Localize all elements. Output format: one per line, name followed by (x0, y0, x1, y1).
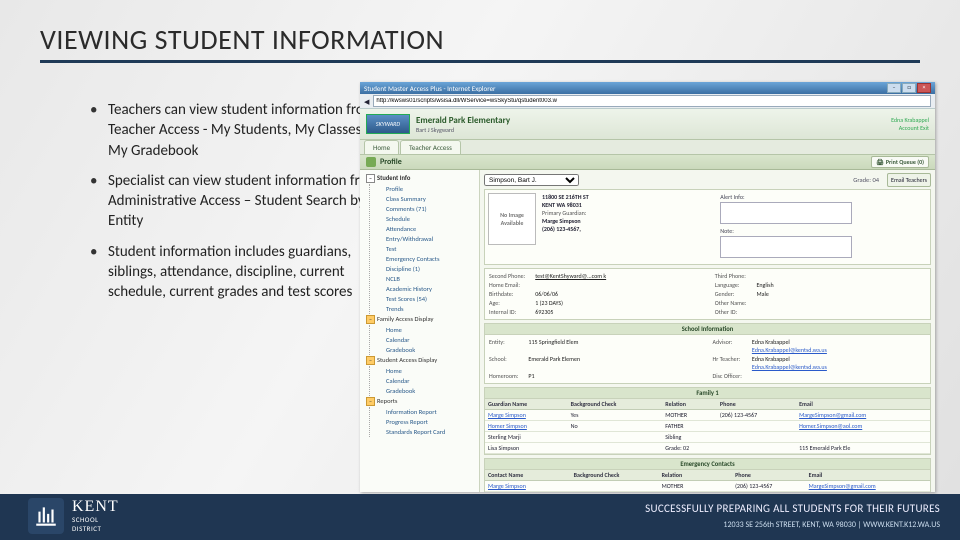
tree-item[interactable]: Entry/Withdrawal (382, 234, 477, 244)
tree-item[interactable]: Attendance (382, 224, 477, 234)
tree-item[interactable]: Gradebook (382, 345, 477, 355)
tree-item[interactable]: Calendar (382, 335, 477, 345)
window-titlebar: Student Master Access Plus - Internet Ex… (360, 82, 935, 94)
address-bar: ◀ (360, 94, 935, 109)
bullet-list: Teachers can view student information fr… (50, 100, 390, 312)
kent-logo: KENT SCHOOLDISTRICT (28, 498, 119, 534)
hr-teacher-email-link[interactable]: Edna.Krabappel@kentsd.wa.us (752, 363, 827, 371)
tree-item[interactable]: NCLB (382, 274, 477, 284)
emergency-table: Contact NameBackground CheckRelationPhon… (485, 470, 930, 492)
alert-label: Alert Info: (720, 193, 927, 201)
header-user: Edna Krabappel (891, 116, 929, 124)
bullet-item: Specialist can view student information … (90, 171, 390, 232)
tree-item[interactable]: Standards Report Card (382, 427, 477, 437)
maximize-icon[interactable]: □ (902, 83, 916, 93)
emergency-header: Emergency Contacts (485, 459, 930, 470)
nav-tree: –Student Info Profile Class Summary Comm… (360, 170, 480, 492)
no-image-placeholder: No ImageAvailable (488, 193, 536, 245)
header-links[interactable]: Account Exit (891, 124, 929, 132)
school-info-header: School Information (485, 324, 930, 335)
table-row: Marge SimpsonMOTHER(206) 123-4567MargeSi… (485, 481, 930, 492)
nav-back-icon[interactable]: ◀ (364, 97, 369, 106)
url-input[interactable] (373, 95, 931, 107)
tree-folder[interactable]: –Family Access Display (362, 314, 477, 325)
profile-icon (366, 157, 376, 167)
title-rule (40, 60, 920, 63)
tree-item[interactable]: Emergency Contacts (382, 254, 477, 264)
app-screenshot: Student Master Access Plus - Internet Ex… (360, 82, 935, 492)
skyward-logo: SKYWARD (366, 114, 410, 134)
main-panel: Simpson, Bart J. Grade: 04 Email Teacher… (480, 170, 935, 492)
printer-icon: 🖨 (876, 158, 884, 166)
tree-item[interactable]: Trends (382, 304, 477, 314)
advisor-email-link[interactable]: Edna.Krabappel@kentsd.wa.us (752, 346, 827, 354)
district-name: Bart J Skygward (416, 126, 510, 134)
tree-item[interactable]: Home (382, 366, 477, 376)
family-header: Family 1 (485, 388, 930, 399)
tree-item[interactable]: Information Report (382, 407, 477, 417)
table-row: Lisa SimpsonGrade: 02115 Emerald Park El… (485, 443, 930, 454)
note-box[interactable] (720, 236, 852, 258)
student-select[interactable]: Simpson, Bart J. (484, 174, 579, 186)
footer-tagline: SUCCESSFULLY PREPARING ALL STUDENTS FOR … (645, 502, 940, 515)
email-teachers-button[interactable]: Email Teachers (887, 173, 931, 187)
tree-item[interactable]: Test Scores (54) (382, 294, 477, 304)
tree-item[interactable]: Gradebook (382, 386, 477, 396)
close-icon[interactable]: × (917, 83, 931, 93)
kent-seal-icon (28, 498, 64, 534)
minimize-icon[interactable]: – (887, 83, 901, 93)
footer-address: 12033 SE 256th STREET, KENT, WA 98030 | … (723, 520, 940, 530)
tree-item[interactable]: Profile (382, 184, 477, 194)
bullet-item: Student information includes guardians, … (90, 242, 390, 303)
section-title: Profile (380, 157, 402, 167)
bullet-item: Teachers can view student information fr… (90, 100, 390, 161)
table-row: Homer SimpsonNoFATHERHomer.Simpson@aol.c… (485, 421, 930, 432)
tree-item[interactable]: Class Summary (382, 194, 477, 204)
tree-item[interactable]: Discipline (1) (382, 264, 477, 274)
table-row: Homer SimpsonFATHER(206) 123-4567Homer.S… (485, 492, 930, 493)
tree-item[interactable]: Schedule (382, 214, 477, 224)
tree-folder[interactable]: –Student Access Display (362, 355, 477, 366)
table-row: Sterling MarjiSibling (485, 432, 930, 443)
tree-item[interactable]: Academic History (382, 284, 477, 294)
tab-teacher-access[interactable]: Teacher Access (400, 140, 461, 154)
tree-item[interactable]: Calendar (382, 376, 477, 386)
tree-folder[interactable]: –Reports (362, 396, 477, 407)
tree-item[interactable]: Comments (71) (382, 204, 477, 214)
tab-home[interactable]: Home (364, 140, 399, 154)
student-details-grid: Second Phone:test@KentShyward@...com k T… (485, 269, 930, 319)
family-table: Guardian NameBackground CheckRelationPho… (485, 399, 930, 454)
window-title: Student Master Access Plus - Internet Ex… (364, 84, 496, 93)
footer-bar: KENT SCHOOLDISTRICT SUCCESSFULLY PREPARI… (0, 494, 960, 540)
print-queue-button[interactable]: 🖨Print Queue (0) (871, 156, 929, 168)
tree-item[interactable]: Progress Report (382, 417, 477, 427)
slide-title: VIEWING STUDENT INFORMATION (40, 22, 444, 57)
tree-item[interactable]: Home (382, 325, 477, 335)
grade-label: Grade: 04 (853, 176, 879, 184)
email-link[interactable]: test@KentShyward@...com k (535, 272, 705, 280)
alert-box[interactable] (720, 202, 852, 224)
student-address-block: 11800 SE 216TH ST KENT WA 98031 Primary … (542, 193, 714, 261)
note-label: Note: (720, 227, 927, 235)
school-name: Emerald Park Elementary (416, 115, 510, 126)
tree-root[interactable]: –Student Info (362, 173, 477, 184)
table-row: Marge SimpsonYesMOTHER(206) 123-4567Marg… (485, 410, 930, 421)
tree-item[interactable]: Test (382, 244, 477, 254)
